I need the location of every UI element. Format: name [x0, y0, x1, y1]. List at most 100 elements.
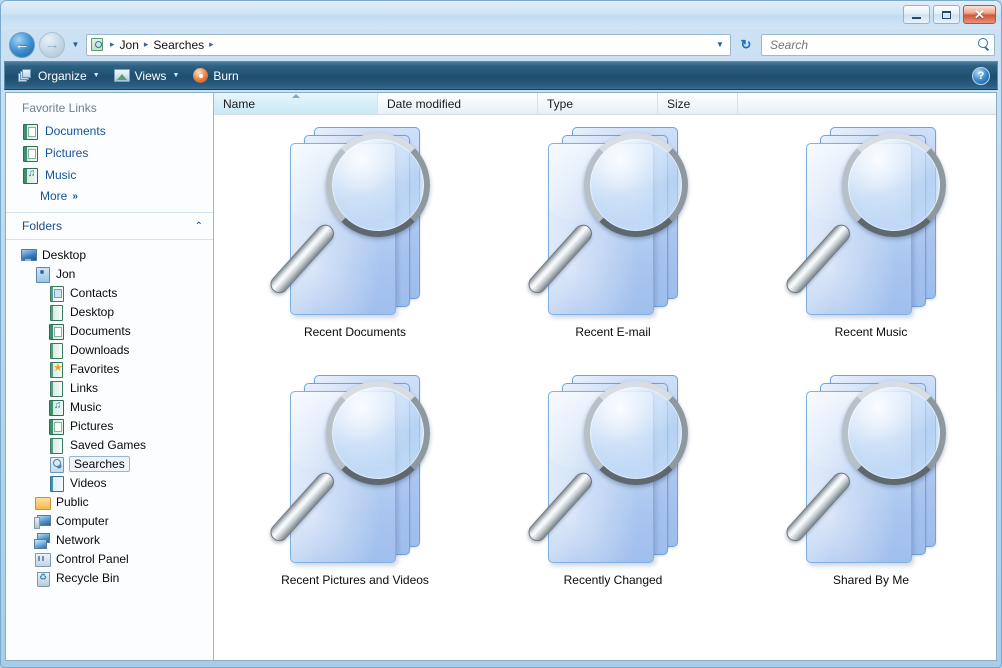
tree-item-desktop[interactable]: Desktop: [6, 245, 213, 264]
breadcrumb-searches[interactable]: Searches: [151, 38, 206, 52]
tree-item-videos[interactable]: Videos: [6, 473, 213, 492]
tree-item-label: Control Panel: [56, 551, 129, 566]
saved-search-icon: [260, 123, 450, 319]
network-icon: [34, 532, 50, 549]
tree-item-label: Videos: [70, 475, 107, 490]
tree-item-network[interactable]: Network: [6, 530, 213, 549]
tree-item-label: Favorites: [70, 361, 120, 376]
folders-label: Folders: [22, 219, 63, 233]
burn-disc-icon: [193, 68, 209, 83]
tree-item-favorites[interactable]: Favorites: [6, 359, 213, 378]
tree-item-label: Desktop: [42, 247, 87, 262]
documents-icon: [22, 123, 38, 140]
file-item-recent-music[interactable]: Recent Music: [742, 123, 996, 371]
file-item-recently-changed[interactable]: Recently Changed: [484, 371, 742, 619]
burn-button[interactable]: Burn: [186, 65, 245, 86]
refresh-icon: ↻: [740, 36, 752, 52]
file-list-pane: Name Date modified Type Size Recent Docu…: [214, 93, 996, 660]
saved-search-icon: [776, 123, 966, 319]
breadcrumb-jon[interactable]: Jon: [118, 38, 141, 52]
address-bar[interactable]: ▸ Jon ▸ Searches ▸ ▼: [86, 33, 731, 56]
organize-label: Organize: [38, 68, 87, 83]
column-label: Name: [223, 96, 256, 111]
views-icon: [113, 69, 130, 82]
pictures-icon: [22, 145, 38, 162]
history-dropdown-button[interactable]: ▼: [69, 40, 82, 49]
tree-item-label: Jon: [56, 266, 76, 281]
folder-icon: [48, 380, 64, 397]
tree-item-documents[interactable]: Documents: [6, 321, 213, 340]
tree-item-label: Contacts: [70, 285, 118, 300]
documents-icon: [48, 323, 64, 340]
explorer-window: ✕ ← → ▼ ▸ Jon ▸ Searches ▸ ▼ ↻ Search Or…: [0, 0, 1002, 668]
tree-item-public[interactable]: Public: [6, 492, 213, 511]
file-item-recent-pictures-and-videos[interactable]: Recent Pictures and Videos: [226, 371, 484, 619]
organize-button[interactable]: Organize ▼: [11, 66, 107, 86]
tree-item-computer[interactable]: Computer: [6, 511, 213, 530]
sidebar-item-music[interactable]: Music: [6, 164, 213, 186]
search-input[interactable]: [768, 36, 977, 53]
magnifier-glass: [584, 133, 688, 237]
tree-item-pictures[interactable]: Pictures: [6, 416, 213, 435]
sidebar-item-label: Documents: [45, 124, 106, 138]
tree-item-searches[interactable]: Searches: [6, 454, 213, 473]
tree-item-label: Documents: [70, 323, 131, 338]
file-item-label: Recent Pictures and Videos: [281, 573, 429, 587]
search-folder-icon: [48, 456, 64, 473]
pictures-icon: [48, 418, 64, 435]
forward-button[interactable]: →: [39, 31, 65, 58]
tree-item-contacts[interactable]: Contacts: [6, 283, 213, 302]
folders-section-header[interactable]: Folders ⌃: [6, 213, 213, 240]
tree-item-label: Network: [56, 532, 101, 547]
tree-item-label: Pictures: [70, 418, 114, 433]
tree-item-recycle-bin[interactable]: Recycle Bin: [6, 568, 213, 587]
tree-item-label: Music: [70, 399, 102, 414]
organize-icon: [18, 68, 33, 83]
tree-item-saved-games[interactable]: Saved Games: [6, 435, 213, 454]
tree-item-desktop-sub[interactable]: Desktop: [6, 302, 213, 321]
sidebar-more-button[interactable]: More »: [6, 186, 213, 206]
column-header-type[interactable]: Type: [538, 93, 658, 114]
chevron-double-right-icon: »: [72, 190, 78, 202]
column-label: Date modified: [387, 96, 462, 111]
minimize-button[interactable]: [903, 5, 930, 24]
tree-item-music[interactable]: Music: [6, 397, 213, 416]
saved-search-icon: [518, 371, 708, 567]
tree-item-downloads[interactable]: Downloads: [6, 340, 213, 359]
tree-item-label: Links: [70, 380, 99, 395]
column-header-filler: [738, 93, 996, 114]
chevron-down-icon: ⌃: [194, 220, 203, 232]
navigation-pane: Favorite Links Documents Pictures Music …: [6, 93, 214, 660]
chevron-down-icon: ▼: [92, 72, 100, 79]
folder-icon: [48, 342, 64, 359]
favorites-star-icon: [48, 361, 64, 378]
address-dropdown-button[interactable]: ▼: [712, 40, 728, 49]
file-item-recent-documents[interactable]: Recent Documents: [226, 123, 484, 371]
file-item-recent-email[interactable]: Recent E-mail: [484, 123, 742, 371]
views-button[interactable]: Views ▼: [107, 66, 187, 86]
minimize-icon: [912, 16, 921, 19]
column-headers: Name Date modified Type Size: [214, 93, 996, 115]
tree-item-jon[interactable]: Jon: [6, 264, 213, 283]
column-header-size[interactable]: Size: [658, 93, 738, 114]
sidebar-item-documents[interactable]: Documents: [6, 120, 213, 142]
breadcrumb-separator-1: ▸: [143, 39, 149, 49]
help-button[interactable]: ?: [972, 67, 990, 85]
public-folder-icon: [34, 494, 51, 510]
column-header-name[interactable]: Name: [214, 93, 378, 114]
search-box[interactable]: [761, 33, 995, 56]
tree-item-label: Searches: [69, 455, 130, 472]
back-button[interactable]: ←: [9, 31, 35, 58]
file-item-shared-by-me[interactable]: Shared By Me: [742, 371, 996, 619]
tree-item-links[interactable]: Links: [6, 378, 213, 397]
user-folder-icon: [34, 266, 50, 283]
column-header-date-modified[interactable]: Date modified: [378, 93, 538, 114]
close-button[interactable]: ✕: [963, 5, 996, 24]
refresh-button[interactable]: ↻: [735, 34, 757, 56]
tree-item-control-panel[interactable]: Control Panel: [6, 549, 213, 568]
breadcrumb-separator-2[interactable]: ▸: [206, 39, 217, 50]
maximize-button[interactable]: [933, 5, 960, 24]
sidebar-item-pictures[interactable]: Pictures: [6, 142, 213, 164]
search-icon: [977, 38, 990, 51]
saved-search-icon: [776, 371, 966, 567]
